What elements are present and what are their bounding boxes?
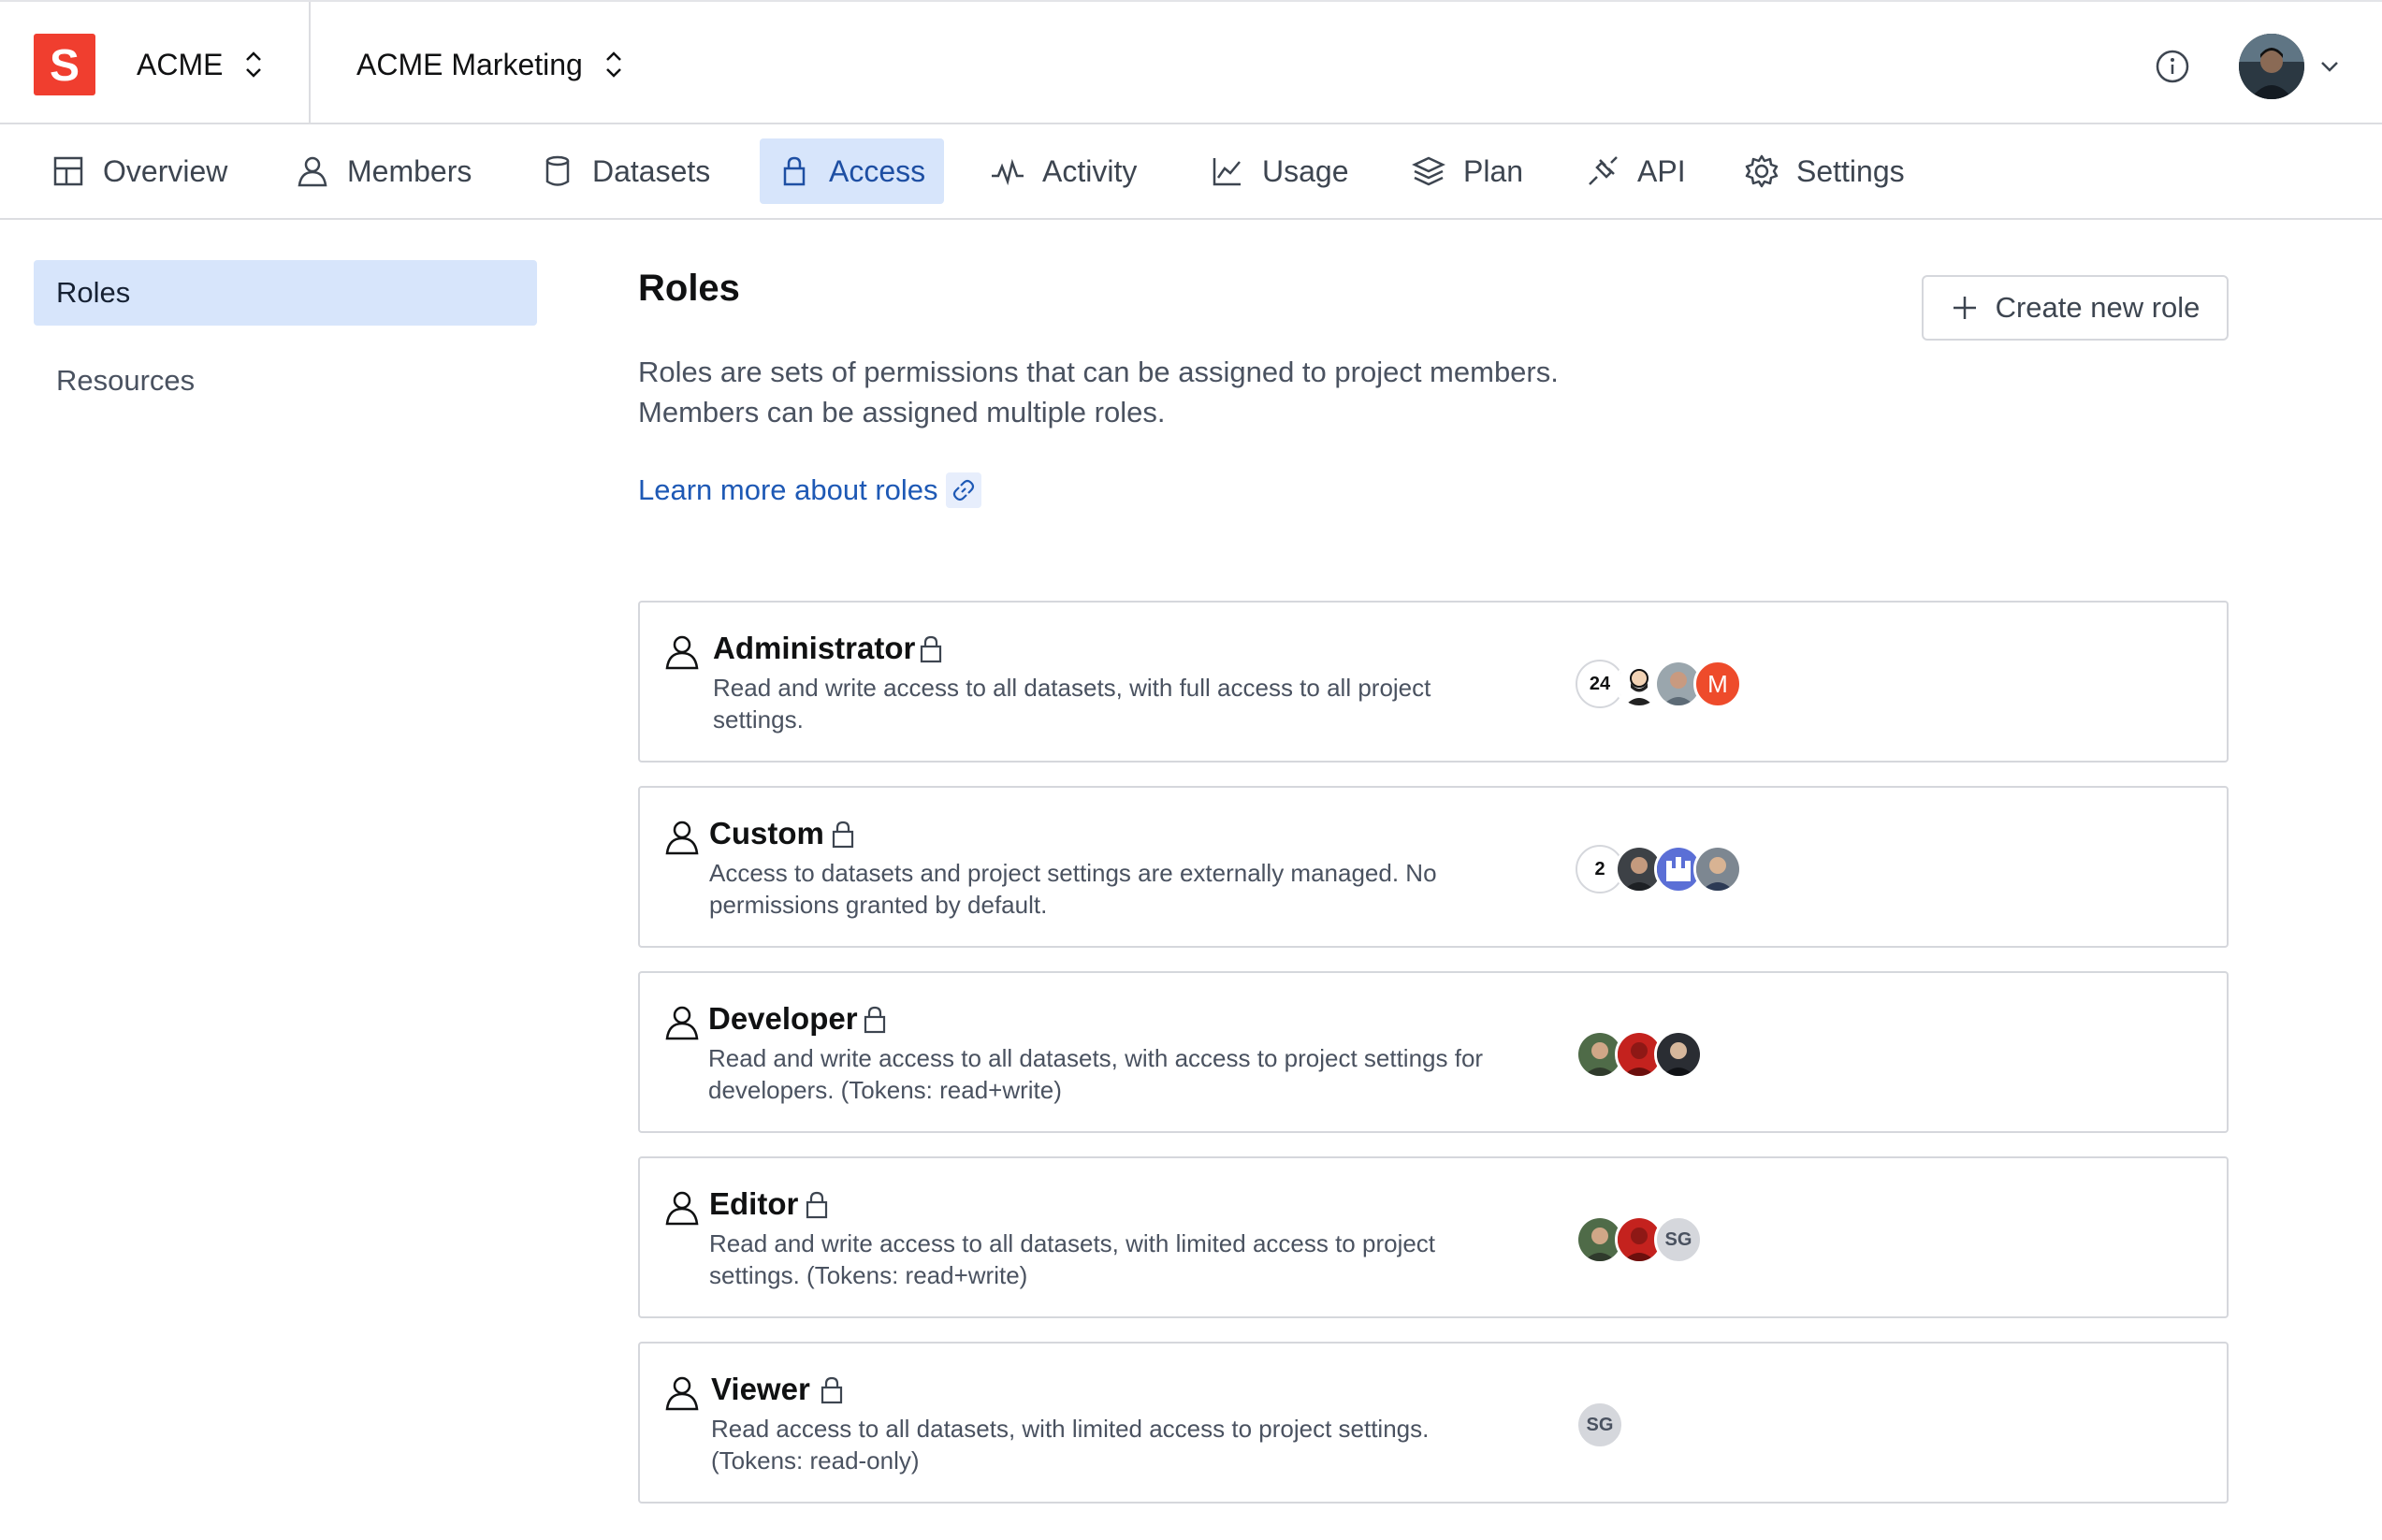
lock-icon xyxy=(777,153,812,189)
api-icon xyxy=(1585,153,1620,189)
tab-label: API xyxy=(1637,153,1686,188)
tab-label: Datasets xyxy=(592,153,711,188)
role-icon xyxy=(662,1373,702,1413)
overview-icon xyxy=(51,153,86,189)
role-description: Read and write access to all datasets, w… xyxy=(709,1229,1436,1289)
role-card-viewer[interactable]: Viewer Read access to all datasets, with… xyxy=(638,1342,2229,1504)
avatar-initial: M xyxy=(1693,660,1742,708)
activity-icon xyxy=(990,153,1025,189)
role-icon xyxy=(662,1003,702,1042)
learn-more-link[interactable]: Learn more about roles xyxy=(638,472,981,508)
tab-usage[interactable]: Usage xyxy=(1193,138,1368,204)
project-name: ACME Marketing xyxy=(356,47,583,81)
tab-label: Members xyxy=(347,153,472,188)
role-card-editor[interactable]: Editor Read and write access to all data… xyxy=(638,1156,2229,1318)
header-divider xyxy=(309,2,311,124)
sidebar-item-label: Roles xyxy=(56,276,131,309)
lock-icon xyxy=(919,634,947,666)
info-icon[interactable] xyxy=(2154,48,2191,85)
avatar xyxy=(1693,845,1742,893)
lock-icon xyxy=(820,1375,848,1407)
role-name: Custom xyxy=(709,816,824,850)
tab-label: Overview xyxy=(103,153,228,188)
chevron-up-down-icon xyxy=(603,49,624,80)
tab-activity[interactable]: Activity xyxy=(973,138,1155,204)
usage-icon xyxy=(1210,153,1245,189)
page-description: Roles are sets of permissions that can b… xyxy=(638,356,1559,429)
chevron-down-icon xyxy=(2319,56,2340,77)
tab-label: Activity xyxy=(1042,153,1138,188)
project-nav: Overview Members Datasets Access Activit… xyxy=(0,124,2382,220)
sidebar-item-roles[interactable]: Roles xyxy=(34,260,537,326)
role-card-custom[interactable]: Custom Access to datasets and project se… xyxy=(638,786,2229,948)
member-avatars[interactable]: 24 M xyxy=(1576,659,1742,709)
create-role-button[interactable]: Create new role xyxy=(1922,275,2229,341)
member-avatars[interactable]: SG xyxy=(1576,1214,1703,1265)
member-avatars[interactable]: 2 xyxy=(1576,844,1742,894)
tab-access[interactable]: Access xyxy=(760,138,945,204)
create-role-label: Create new role xyxy=(1995,291,2200,324)
org-name: ACME xyxy=(137,47,224,81)
role-description: Access to datasets and project settings … xyxy=(709,859,1437,919)
top-bar: S ACME ACME Marketing xyxy=(0,0,2382,124)
role-name: Administrator xyxy=(713,631,916,665)
lock-icon xyxy=(863,1005,891,1037)
lock-icon xyxy=(831,820,859,851)
sidebar-item-resources[interactable]: Resources xyxy=(34,348,537,414)
role-name: Viewer xyxy=(711,1372,810,1406)
member-avatars[interactable] xyxy=(1576,1029,1703,1080)
role-card-administrator[interactable]: Administrator Read and write access to a… xyxy=(638,601,2229,763)
tab-label: Settings xyxy=(1796,153,1905,188)
plus-icon xyxy=(1951,294,1979,322)
sidebar-item-label: Resources xyxy=(56,364,196,397)
lock-icon xyxy=(805,1190,833,1222)
role-icon xyxy=(662,1188,702,1228)
tab-label: Plan xyxy=(1463,153,1524,188)
role-name: Editor xyxy=(709,1186,799,1221)
project-switcher[interactable]: ACME Marketing xyxy=(356,34,624,95)
settings-icon xyxy=(1744,153,1779,189)
page-title: Roles xyxy=(638,268,740,309)
brand-logo[interactable]: S xyxy=(34,34,95,95)
tab-overview[interactable]: Overview xyxy=(34,138,246,204)
datasets-icon xyxy=(540,153,575,189)
avatar-initials: SG xyxy=(1654,1215,1703,1264)
user-menu[interactable] xyxy=(2239,34,2340,99)
avatar xyxy=(1654,1030,1703,1079)
role-card-developer[interactable]: Developer Read and write access to all d… xyxy=(638,971,2229,1133)
avatar xyxy=(2239,34,2304,99)
members-icon xyxy=(295,153,330,189)
svg-text:S: S xyxy=(50,41,80,91)
role-name: Developer xyxy=(708,1001,858,1036)
link-icon xyxy=(945,472,981,508)
tab-members[interactable]: Members xyxy=(278,138,490,204)
role-icon xyxy=(662,632,702,672)
role-description: Read and write access to all datasets, w… xyxy=(708,1044,1484,1104)
tab-datasets[interactable]: Datasets xyxy=(523,138,729,204)
avatar-initials: SG xyxy=(1576,1401,1624,1449)
role-icon xyxy=(662,818,702,857)
plan-icon xyxy=(1411,153,1446,189)
role-description: Read and write access to all datasets, w… xyxy=(713,674,1431,734)
role-description: Read access to all datasets, with limite… xyxy=(711,1415,1430,1475)
tab-plan[interactable]: Plan xyxy=(1394,138,1542,204)
tab-api[interactable]: API xyxy=(1568,138,1705,204)
tab-label: Access xyxy=(829,153,926,188)
org-switcher[interactable]: ACME xyxy=(137,34,264,95)
member-avatars[interactable]: SG xyxy=(1576,1400,1624,1450)
tab-label: Usage xyxy=(1262,153,1349,188)
chevron-up-down-icon xyxy=(243,49,264,80)
tab-settings[interactable]: Settings xyxy=(1727,138,1924,204)
learn-more-label: Learn more about roles xyxy=(638,473,938,506)
